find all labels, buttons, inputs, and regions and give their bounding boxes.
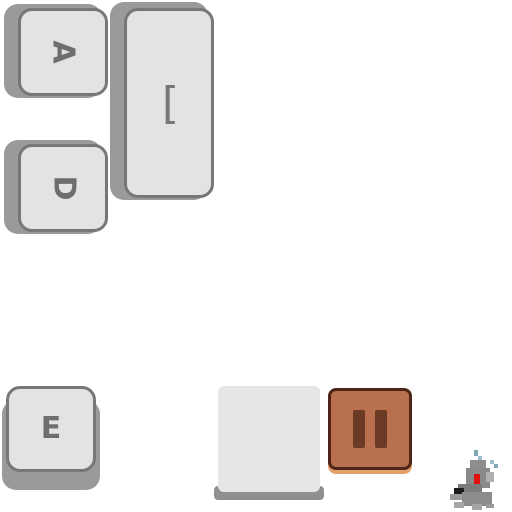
- slot-card: [218, 386, 320, 492]
- key-d[interactable]: D: [4, 140, 108, 234]
- key-bracket[interactable]: [: [110, 2, 214, 200]
- key-bracket-face: [: [124, 8, 214, 198]
- key-a-face: A: [18, 8, 108, 96]
- empty-slot[interactable]: [214, 386, 324, 500]
- key-e-label: E: [40, 411, 62, 446]
- pause-icon-bar: [375, 410, 387, 448]
- key-a-label: A: [46, 40, 81, 64]
- robot-icon: [450, 450, 498, 510]
- key-d-label: D: [46, 175, 81, 201]
- key-d-face: D: [18, 144, 108, 232]
- key-e[interactable]: E: [2, 386, 102, 490]
- pause-button[interactable]: [328, 388, 412, 470]
- key-a[interactable]: A: [4, 4, 108, 98]
- key-bracket-label: [: [155, 77, 183, 129]
- key-e-face: E: [6, 386, 96, 472]
- pause-icon: [353, 410, 365, 448]
